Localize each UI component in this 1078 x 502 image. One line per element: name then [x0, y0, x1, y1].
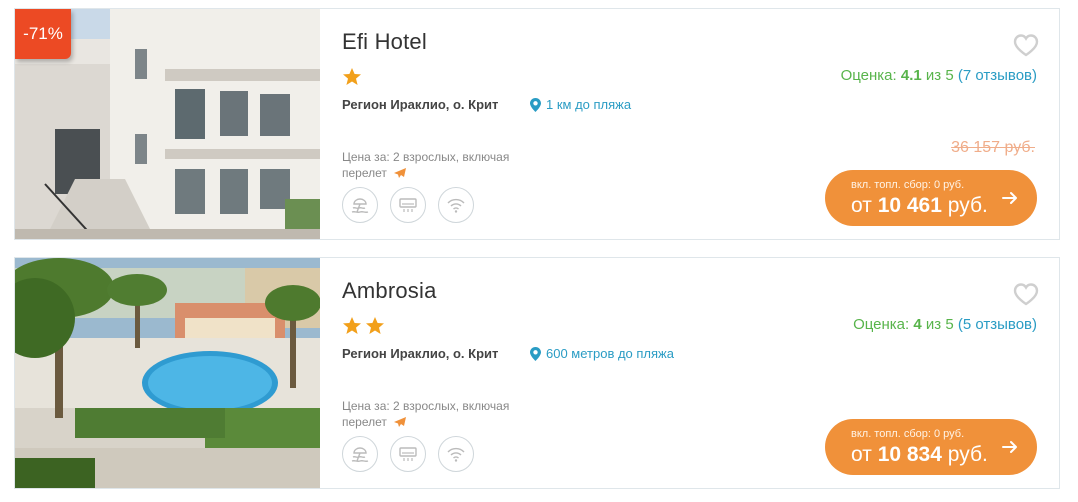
- rating: Оценка: 4.1 из 5 (7 отзывов): [841, 67, 1037, 84]
- old-price: 36 157 руб.: [951, 139, 1035, 156]
- wifi-icon[interactable]: [438, 187, 474, 223]
- hotel-card[interactable]: Ambrosia Регион Ираклио, о. Крит 600 мет…: [14, 257, 1060, 489]
- hotel-region: Регион Ираклио, о. Крит: [342, 97, 499, 112]
- amenities: [342, 187, 474, 223]
- price-currency: руб.: [947, 443, 988, 466]
- price-for-line2: перелет: [342, 415, 387, 429]
- price-value: 10 834: [877, 443, 942, 466]
- beach-distance[interactable]: 1 км до пляжа: [530, 97, 631, 112]
- hotel-name[interactable]: Ambrosia: [342, 278, 437, 304]
- book-button[interactable]: вкл. топл. сбор: 0 руб. от 10 834 руб.: [825, 419, 1037, 475]
- plane-icon: [394, 168, 407, 178]
- hotel-photo[interactable]: [15, 258, 320, 488]
- star-icon: [343, 317, 361, 334]
- star-rating: [342, 67, 362, 87]
- price-value: 10 461: [877, 194, 942, 217]
- price: от 10 834 руб.: [851, 443, 988, 467]
- hotel-region: Регион Ираклио, о. Крит: [342, 346, 499, 361]
- discount-badge: -71%: [15, 9, 71, 59]
- rating-value: 4: [913, 316, 922, 333]
- price-for: Цена за: 2 взрослых, включая перелет: [342, 398, 542, 430]
- beach-distance[interactable]: 600 метров до пляжа: [530, 346, 674, 361]
- reviews-link[interactable]: (7 отзывов): [958, 67, 1037, 84]
- favorite-heart-icon[interactable]: [1013, 282, 1039, 306]
- rating-of: из 5: [925, 316, 954, 333]
- rating-value: 4.1: [900, 67, 922, 84]
- beach-distance-label: 600 метров до пляжа: [546, 346, 674, 361]
- star-icon: [343, 68, 361, 85]
- hotel-name[interactable]: Efi Hotel: [342, 29, 427, 55]
- fuel-fee-label: вкл. топл. сбор: 0 руб.: [851, 428, 965, 440]
- hotel-card[interactable]: -71% Efi Hotel Регион Ираклио, о. Крит 1…: [14, 8, 1060, 240]
- hotel-photo[interactable]: -71%: [15, 9, 320, 239]
- reviews-link[interactable]: (5 отзывов): [958, 316, 1037, 333]
- beach-icon[interactable]: [342, 187, 378, 223]
- beach-icon[interactable]: [342, 436, 378, 472]
- price-for-line1: Цена за: 2 взрослых, включая: [342, 399, 510, 413]
- price-currency: руб.: [947, 194, 988, 217]
- arrow-right-icon: [1002, 192, 1017, 204]
- location-pin-icon: [530, 346, 541, 361]
- plane-icon: [394, 417, 407, 427]
- price-from: от: [851, 443, 872, 466]
- price: от 10 461 руб.: [851, 194, 988, 218]
- beach-distance-label: 1 км до пляжа: [546, 97, 632, 112]
- fuel-fee-label: вкл. топл. сбор: 0 руб.: [851, 179, 965, 191]
- price-for: Цена за: 2 взрослых, включая перелет: [342, 149, 542, 181]
- star-rating: [342, 316, 385, 336]
- star-icon: [366, 317, 384, 334]
- rating-prefix: Оценка:: [853, 316, 910, 333]
- amenities: [342, 436, 474, 472]
- rating-prefix: Оценка:: [840, 67, 897, 84]
- location-pin-icon: [530, 97, 541, 112]
- rating-of: из 5: [925, 67, 954, 84]
- rating: Оценка: 4 из 5 (5 отзывов): [853, 316, 1037, 333]
- price-from: от: [851, 194, 872, 217]
- price-for-line1: Цена за: 2 взрослых, включая: [342, 150, 510, 164]
- arrow-right-icon: [1002, 441, 1017, 453]
- air-conditioner-icon[interactable]: [390, 436, 426, 472]
- favorite-heart-icon[interactable]: [1013, 33, 1039, 57]
- air-conditioner-icon[interactable]: [390, 187, 426, 223]
- price-for-line2: перелет: [342, 166, 387, 180]
- book-button[interactable]: вкл. топл. сбор: 0 руб. от 10 461 руб.: [825, 170, 1037, 226]
- wifi-icon[interactable]: [438, 436, 474, 472]
